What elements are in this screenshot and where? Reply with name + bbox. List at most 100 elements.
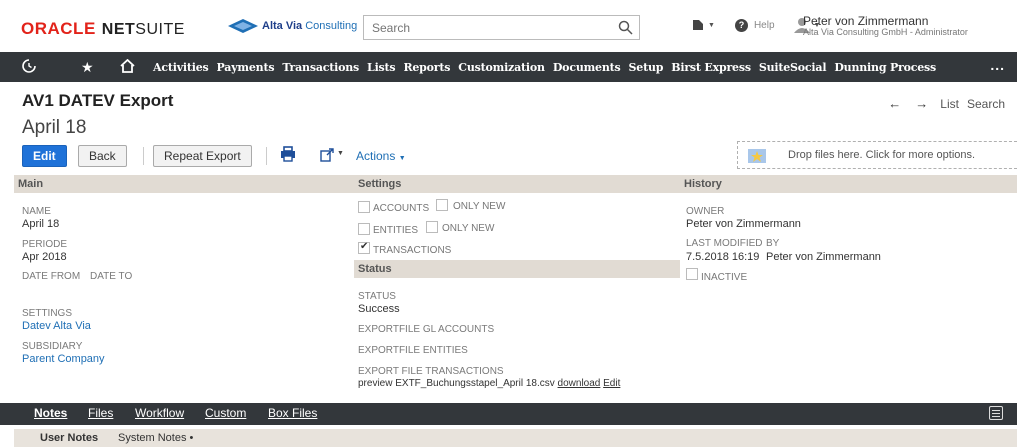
- history-section-header: History: [680, 175, 1017, 193]
- tab-notes[interactable]: Notes: [34, 406, 67, 420]
- recent-icon[interactable]: [22, 59, 36, 76]
- download-link[interactable]: download: [558, 378, 601, 389]
- subtab-menu-icon[interactable]: [989, 406, 1003, 420]
- subsidiary-value-link[interactable]: Parent Company: [22, 353, 105, 365]
- drop-zone-text: Drop files here. Click for more options.: [788, 149, 976, 161]
- repeat-export-button[interactable]: Repeat Export: [153, 145, 252, 167]
- settings-label: SETTINGS: [22, 308, 73, 319]
- nav-menu: Activities Payments Transactions Lists R…: [153, 52, 944, 82]
- nav-item-customization[interactable]: Customization: [458, 61, 545, 74]
- company-logo: Alta Via Consulting: [228, 19, 357, 33]
- subsidiary-label: SUBSIDIARY: [22, 341, 83, 352]
- company-logo-icon: [228, 19, 258, 33]
- help-link[interactable]: Help: [754, 20, 775, 31]
- nav-more-button[interactable]: ...: [990, 57, 1005, 73]
- transactions-checkbox-label: TRANSACTIONS: [373, 245, 452, 256]
- date-from-label: DATE FROM: [22, 271, 81, 282]
- nav-item-lists[interactable]: Lists: [367, 61, 396, 74]
- nav-item-documents[interactable]: Documents: [553, 61, 621, 74]
- subtab-bar: Notes Files Workflow Custom Box Files: [0, 403, 1017, 425]
- edit-file-link[interactable]: Edit: [603, 378, 620, 389]
- name-value: April 18: [22, 218, 60, 230]
- edit-button[interactable]: Edit: [22, 145, 67, 167]
- record-navigation: ← → List Search: [874, 96, 1005, 111]
- list-link[interactable]: List: [940, 97, 959, 111]
- entities-checkbox[interactable]: [358, 223, 370, 235]
- next-record-arrow-icon[interactable]: →: [915, 96, 928, 111]
- global-header: ORACLE NETSUITE Alta Via Consulting ▼ ? H…: [0, 0, 1017, 48]
- netsuite-wordmark: NETSUITE: [101, 21, 185, 38]
- toolbar-divider: [143, 147, 144, 165]
- transactions-checkbox[interactable]: [358, 241, 370, 254]
- preview-file-link[interactable]: preview EXTF_Buchungsstapel_April 18.csv: [358, 378, 555, 389]
- company-name: Alta Via Consulting: [262, 20, 358, 32]
- print-icon[interactable]: [280, 146, 296, 162]
- user-name: Peter von Zimmermann: [803, 14, 929, 28]
- tab-files[interactable]: Files: [88, 406, 113, 420]
- notes-subtab-bar: User Notes System Notes •: [14, 429, 1017, 447]
- owner-value: Peter von Zimmermann: [686, 218, 801, 230]
- export-file-transactions-value: preview EXTF_Buchungsstapel_April 18.csv…: [358, 378, 620, 389]
- entities-only-new-checkbox[interactable]: [426, 221, 438, 233]
- global-search-input[interactable]: [364, 16, 604, 39]
- entities-only-new-label: ONLY NEW: [442, 223, 495, 234]
- help-icon[interactable]: ?: [734, 18, 748, 32]
- inactive-checkbox[interactable]: [686, 268, 698, 280]
- by-label: BY: [766, 238, 780, 249]
- tab-user-notes[interactable]: User Notes: [40, 432, 98, 444]
- export-icon[interactable]: [320, 148, 334, 162]
- export-file-transactions-label: EXPORT FILE TRANSACTIONS: [358, 366, 504, 377]
- oracle-wordmark: ORACLE: [21, 19, 96, 38]
- favorites-star-icon[interactable]: ★: [81, 59, 94, 76]
- page-title: AV1 DATEV Export: [22, 91, 174, 110]
- export-chevron-down-icon[interactable]: ▼: [337, 150, 344, 157]
- nav-item-suitesocial[interactable]: SuiteSocial: [759, 61, 827, 74]
- home-icon[interactable]: [120, 58, 135, 76]
- nav-item-dunning-process[interactable]: Dunning Process: [834, 61, 936, 74]
- entities-checkbox-label: ENTITIES: [373, 225, 419, 236]
- main-section-header: Main: [14, 175, 354, 193]
- tab-system-notes[interactable]: System Notes •: [118, 432, 193, 444]
- nav-item-payments[interactable]: Payments: [217, 61, 275, 74]
- settings-section-header: Settings: [354, 175, 680, 193]
- search-link[interactable]: Search: [967, 97, 1005, 111]
- main-navbar: ★ Activities Payments Transactions Lists…: [0, 52, 1017, 82]
- actions-menu[interactable]: Actions ▼: [356, 149, 406, 163]
- nav-item-setup[interactable]: Setup: [629, 61, 664, 74]
- accounts-only-new-checkbox[interactable]: [436, 199, 448, 211]
- header-tools: ▼ ? Help ▼: [691, 17, 820, 33]
- previous-record-arrow-icon[interactable]: ←: [888, 96, 901, 111]
- exportfile-entities-label: EXPORTFILE ENTITIES: [358, 345, 468, 356]
- global-search: [363, 15, 640, 40]
- recent-records-icon[interactable]: [691, 18, 705, 32]
- periode-label: PERIODE: [22, 239, 68, 250]
- periode-value: Apr 2018: [22, 251, 67, 263]
- settings-value-link[interactable]: Datev Alta Via: [22, 320, 91, 332]
- owner-label: OWNER: [686, 206, 725, 217]
- accounts-only-new-label: ONLY NEW: [453, 201, 506, 212]
- by-value: Peter von Zimmermann: [766, 251, 881, 263]
- tab-box-files[interactable]: Box Files: [268, 406, 317, 420]
- nav-item-transactions[interactable]: Transactions: [282, 61, 359, 74]
- exportfile-gl-accounts-label: EXPORTFILE GL ACCOUNTS: [358, 324, 495, 335]
- status-label: STATUS: [358, 291, 396, 302]
- search-icon[interactable]: [618, 20, 633, 35]
- last-modified-label: LAST MODIFIED: [686, 238, 763, 249]
- tab-custom[interactable]: Custom: [205, 406, 246, 420]
- name-label: NAME: [22, 206, 51, 217]
- file-upload-icon: [748, 149, 766, 163]
- nav-item-reports[interactable]: Reports: [403, 61, 450, 74]
- user-info[interactable]: Peter von Zimmermann Alta Via Consulting…: [803, 14, 968, 38]
- nav-item-activities[interactable]: Activities: [153, 61, 209, 74]
- oracle-netsuite-logo[interactable]: ORACLE NETSUITE: [21, 19, 185, 39]
- file-drop-zone[interactable]: Drop files here. Click for more options.: [737, 141, 1017, 169]
- last-modified-value: 7.5.2018 16:19: [686, 251, 760, 263]
- chevron-down-icon[interactable]: ▼: [708, 22, 715, 29]
- nav-item-birst-express[interactable]: Birst Express: [671, 61, 751, 74]
- back-button[interactable]: Back: [78, 145, 127, 167]
- user-role: Alta Via Consulting GmbH - Administrator: [803, 27, 968, 37]
- accounts-checkbox[interactable]: [358, 201, 370, 213]
- tab-workflow[interactable]: Workflow: [135, 406, 184, 420]
- actions-chevron-down-icon: ▼: [398, 155, 406, 162]
- accounts-checkbox-label: ACCOUNTS: [373, 203, 430, 214]
